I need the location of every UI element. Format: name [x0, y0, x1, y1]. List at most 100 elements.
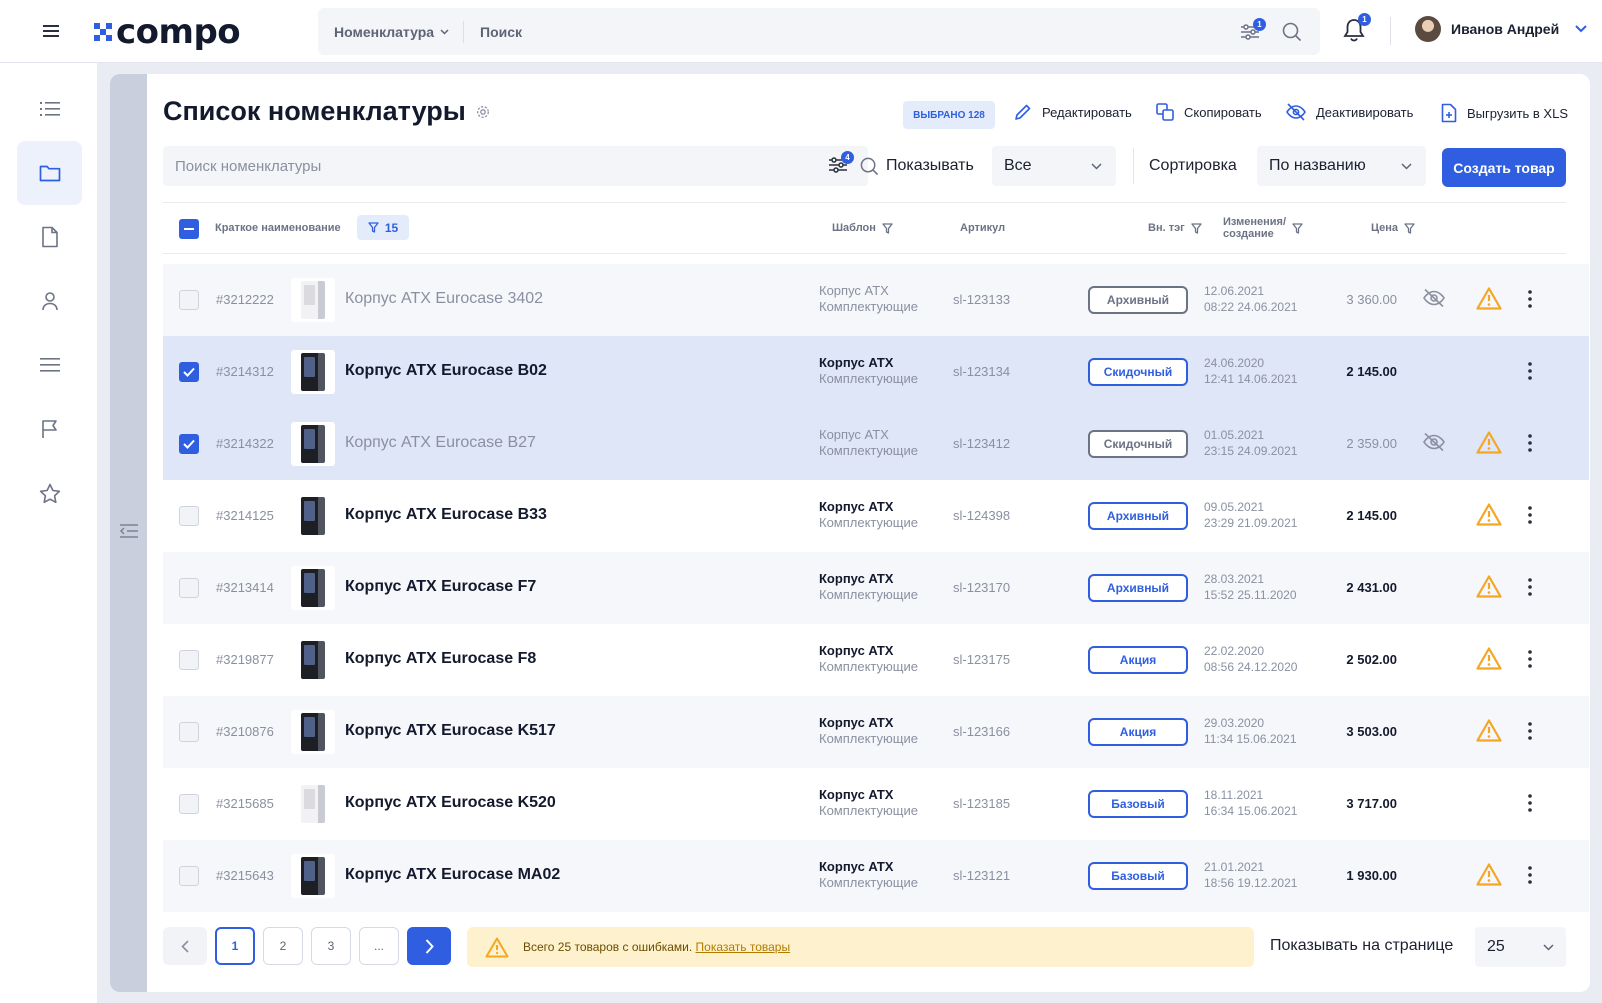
- product-name[interactable]: Корпус ATX Eurocase F8: [345, 650, 536, 668]
- logo-text: compo: [116, 12, 241, 52]
- warning-icon[interactable]: [1476, 647, 1502, 675]
- sidebar-item-flags[interactable]: [17, 397, 82, 461]
- row-more-menu-icon[interactable]: [1520, 575, 1540, 599]
- row-more-menu-icon[interactable]: [1520, 359, 1540, 383]
- row-checkbox[interactable]: [179, 290, 199, 310]
- name-filter-count: 15: [384, 220, 399, 235]
- sidebar-item-menu[interactable]: [17, 333, 82, 397]
- row-checkbox[interactable]: [179, 362, 199, 382]
- filter-settings-icon[interactable]: 1: [1240, 17, 1266, 41]
- select-all-checkbox[interactable]: [179, 219, 199, 239]
- column-header-article[interactable]: Артикул: [960, 222, 1005, 234]
- filter-count-badge: 4: [841, 151, 854, 164]
- table-row[interactable]: #3215643 Корпус ATX Eurocase MA02 Корпус A…: [163, 840, 1589, 912]
- row-more-menu-icon[interactable]: [1520, 863, 1540, 887]
- row-checkbox[interactable]: [179, 578, 199, 598]
- row-checkbox[interactable]: [179, 434, 199, 454]
- row-checkbox[interactable]: [179, 722, 199, 742]
- warning-icon[interactable]: [1476, 287, 1502, 315]
- row-more-menu-icon[interactable]: [1520, 503, 1540, 527]
- user-menu[interactable]: Иванов Андрей: [1415, 16, 1587, 42]
- row-checkbox[interactable]: [179, 650, 199, 670]
- table-row[interactable]: #3214125 Корпус ATX Eurocase B33 Корпус AT…: [163, 480, 1589, 552]
- row-more-menu-icon[interactable]: [1520, 431, 1540, 455]
- name-filter-chip[interactable]: 15: [357, 215, 409, 240]
- sidebar-item-users[interactable]: [17, 269, 82, 333]
- page-button-1[interactable]: 1: [215, 927, 255, 965]
- global-search-input[interactable]: Поиск: [480, 24, 1240, 40]
- show-products-link[interactable]: Показать товары: [696, 940, 791, 954]
- product-name[interactable]: Корпус ATX Eurocase F7: [345, 578, 536, 596]
- product-name[interactable]: Корпус ATX Eurocase B27: [345, 434, 536, 452]
- sidebar-item-documents[interactable]: [17, 205, 82, 269]
- sidebar-item-favorites[interactable]: [17, 461, 82, 525]
- column-header-price[interactable]: Цена: [1371, 222, 1415, 234]
- row-checkbox[interactable]: [179, 866, 199, 886]
- table-row[interactable]: #3219877 Корпус ATX Eurocase F8 Корпус ATX…: [163, 624, 1589, 696]
- sidebar-item-list[interactable]: [17, 77, 82, 141]
- deactivate-button-label: Деактивировать: [1316, 104, 1414, 120]
- column-tag-label: Вн. тэг: [1148, 222, 1185, 234]
- table-row[interactable]: #3212222 Корпус ATX Eurocase 3402 Корпус A…: [163, 264, 1589, 336]
- nomenclature-search-input[interactable]: Поиск номенклатуры: [163, 146, 868, 186]
- product-name[interactable]: Корпус ATX Eurocase K520: [345, 794, 556, 812]
- row-more-menu-icon[interactable]: [1520, 719, 1540, 743]
- product-name[interactable]: Корпус ATX Eurocase B02: [345, 362, 547, 380]
- product-name[interactable]: Корпус ATX Eurocase 3402: [345, 290, 543, 308]
- warning-icon[interactable]: [1476, 431, 1502, 459]
- changed-date: 18.11.2021: [1204, 788, 1264, 802]
- per-page-select[interactable]: 25: [1475, 927, 1566, 967]
- prev-page-button[interactable]: [163, 927, 207, 965]
- search-scope-select[interactable]: Номенклатура: [318, 20, 464, 43]
- gear-icon[interactable]: [476, 105, 490, 119]
- column-header-template[interactable]: Шаблон: [832, 222, 893, 234]
- app-logo[interactable]: compo: [94, 12, 241, 52]
- column-header-changed[interactable]: Изменения/ создание: [1223, 216, 1303, 240]
- sort-select[interactable]: По названию: [1257, 146, 1426, 186]
- product-id: #3219877: [216, 652, 274, 667]
- row-more-menu-icon[interactable]: [1520, 647, 1540, 671]
- notifications-bell-icon[interactable]: 1: [1343, 13, 1371, 42]
- product-name[interactable]: Корпус ATX Eurocase K517: [345, 722, 556, 740]
- row-more-menu-icon[interactable]: [1520, 791, 1540, 815]
- hamburger-menu-icon[interactable]: [40, 21, 62, 41]
- page-button-3[interactable]: 3: [311, 927, 351, 965]
- copy-button[interactable]: Скопировать: [1156, 103, 1262, 121]
- product-name[interactable]: Корпус ATX Eurocase B33: [345, 506, 547, 524]
- search-icon[interactable]: [860, 157, 879, 181]
- row-checkbox[interactable]: [179, 794, 199, 814]
- collapse-panel-icon[interactable]: [119, 523, 139, 544]
- warning-icon[interactable]: [1476, 863, 1502, 891]
- per-page-label: Показывать на странице: [1270, 937, 1454, 954]
- row-checkbox[interactable]: [179, 506, 199, 526]
- page-button-2[interactable]: 2: [263, 927, 303, 965]
- warning-icon[interactable]: [1476, 719, 1502, 747]
- create-product-button[interactable]: Создать товар: [1442, 148, 1566, 187]
- column-header-name[interactable]: Краткое наименование: [215, 222, 341, 234]
- column-header-tag[interactable]: Вн. тэг: [1148, 222, 1202, 234]
- next-page-button[interactable]: [407, 927, 451, 965]
- product-thumbnail: [291, 638, 335, 682]
- edit-button-label: Редактировать: [1042, 104, 1132, 120]
- warning-icon[interactable]: [1476, 575, 1502, 603]
- product-thumbnail: [291, 494, 335, 538]
- table-row[interactable]: #3214312 Корпус ATX Eurocase B02 Корпус AT…: [163, 336, 1589, 408]
- sidebar-item-catalog[interactable]: [17, 141, 82, 205]
- show-filter-select[interactable]: Все: [992, 146, 1116, 186]
- export-xls-button[interactable]: Выгрузить в XLS: [1441, 103, 1568, 123]
- edit-button[interactable]: Редактировать: [1014, 103, 1132, 121]
- table-row[interactable]: #3215685 Корпус ATX Eurocase K520 Корпус A…: [163, 768, 1589, 840]
- table-row[interactable]: #3210876 Корпус ATX Eurocase K517 Корпус A…: [163, 696, 1589, 768]
- folder-icon: [39, 165, 60, 182]
- table-row[interactable]: #3213414 Корпус ATX Eurocase F7 Корпус ATX…: [163, 552, 1589, 624]
- page-ellipsis[interactable]: ...: [359, 927, 399, 965]
- pencil-icon: [1015, 104, 1031, 120]
- deactivate-button[interactable]: Деактивировать: [1286, 103, 1413, 121]
- table-row[interactable]: #3214322 Корпус ATX Eurocase B27 Корпус AT…: [163, 408, 1589, 480]
- row-more-menu-icon[interactable]: [1520, 287, 1540, 311]
- filter-settings-icon[interactable]: 4: [828, 151, 854, 174]
- product-name[interactable]: Корпус ATX Eurocase MA02: [345, 866, 560, 884]
- search-placeholder: Поиск номенклатуры: [175, 157, 322, 175]
- search-icon[interactable]: [1282, 22, 1302, 42]
- warning-icon[interactable]: [1476, 503, 1502, 531]
